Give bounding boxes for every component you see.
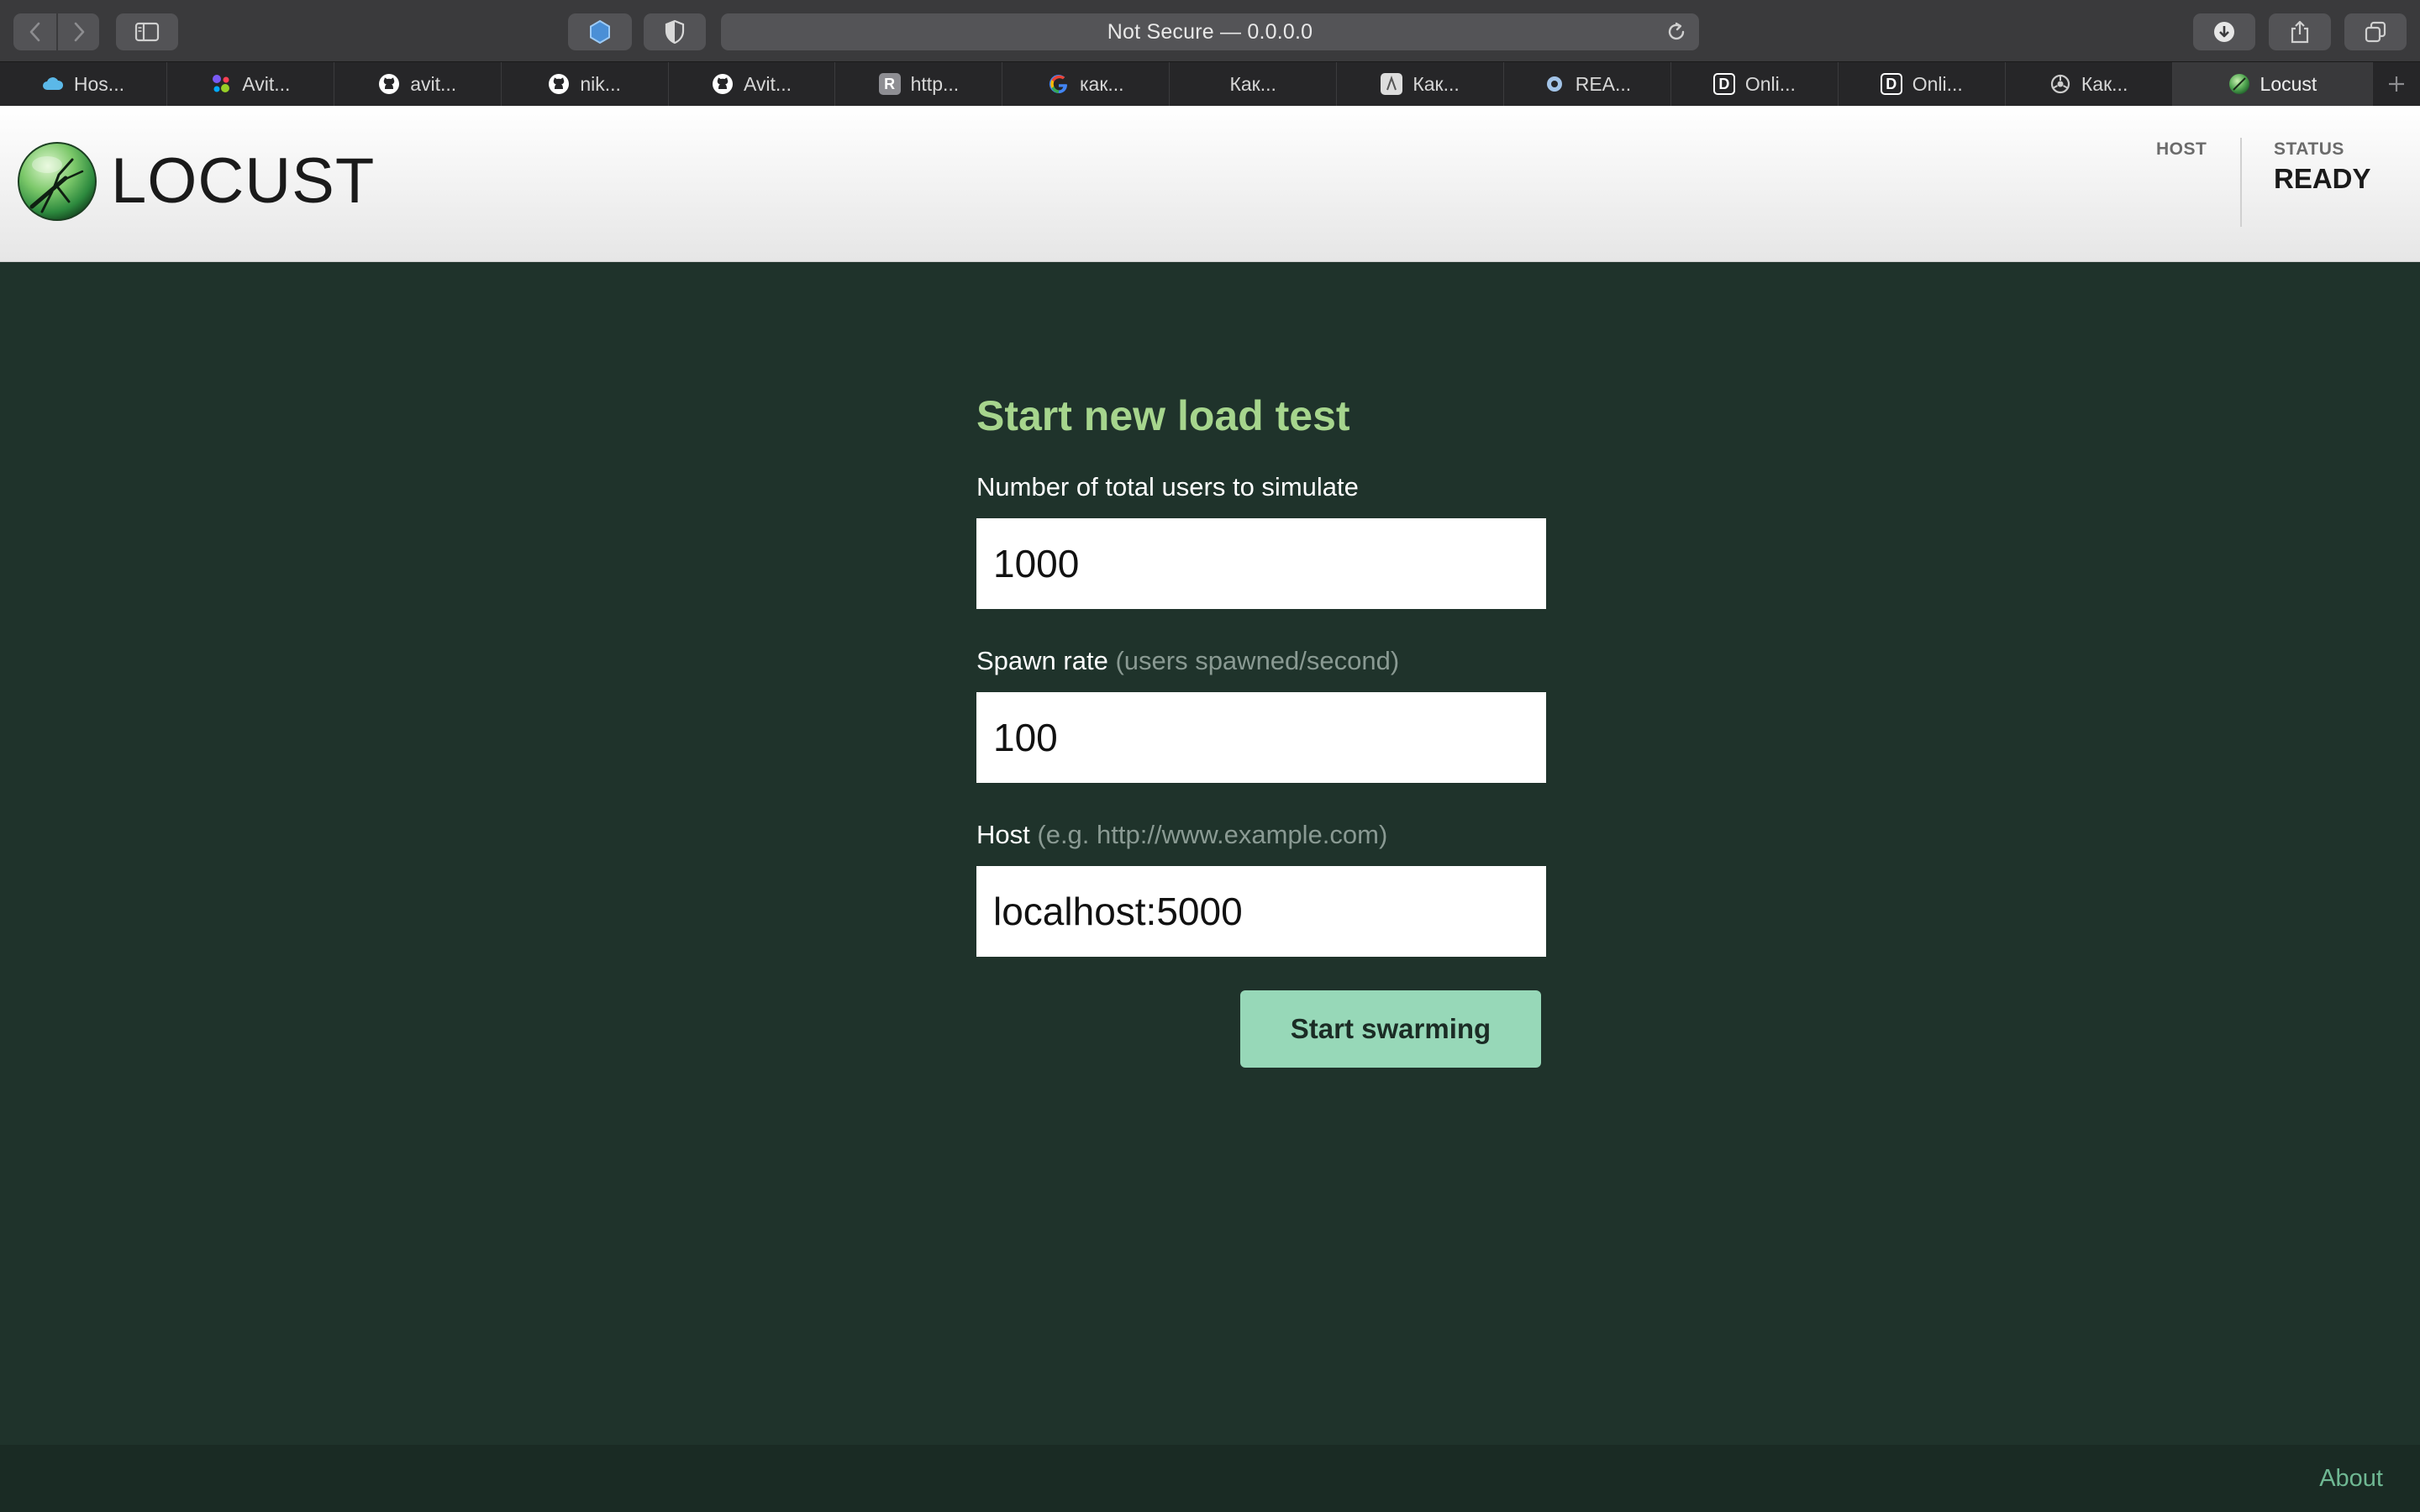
github-icon — [712, 73, 734, 95]
privacy-button[interactable] — [644, 13, 706, 50]
google-icon — [1048, 73, 1070, 95]
tab-label: Onli... — [1744, 72, 1796, 95]
about-link[interactable]: About — [2319, 1465, 2383, 1493]
start-swarming-button[interactable]: Start swarming — [1240, 990, 1541, 1068]
tab-6[interactable]: R http... — [835, 62, 1003, 106]
tab-5[interactable]: Avit... — [669, 62, 836, 106]
tab-label: Avit... — [743, 72, 792, 95]
forward-button[interactable] — [56, 13, 99, 50]
tab-label: Hos... — [73, 72, 124, 95]
nav-buttons — [13, 13, 99, 50]
tab-label: REA... — [1575, 72, 1632, 95]
form-title: Start new load test — [976, 392, 1350, 439]
browser-toolbar: Not Secure — 0.0.0.0 — [0, 0, 2420, 62]
host-label: HOST — [2156, 139, 2207, 159]
locust-logo-icon — [18, 142, 97, 221]
host-input-value: localhost:5000 — [993, 890, 1243, 933]
host-stat: HOST — [2156, 139, 2207, 163]
extension-hexagon-icon — [590, 19, 610, 45]
tab-label: nik... — [580, 72, 621, 95]
tab-label: Onli... — [1912, 72, 1963, 95]
tab-label: Как... — [1229, 72, 1276, 95]
d-letter-icon: D — [1880, 73, 1902, 95]
sidebar-icon — [134, 22, 160, 42]
tab-overview-button[interactable] — [2344, 13, 2407, 50]
tab-label: Avit... — [242, 72, 291, 95]
new-tab-button[interactable] — [2373, 62, 2420, 106]
chevron-left-icon — [29, 22, 39, 42]
tab-bar: Hos... Avit... avit... nik... Avit... R … — [0, 62, 2420, 106]
tab-locust-active[interactable]: Locust — [2172, 62, 2374, 106]
host-label-text: Host — [976, 820, 1030, 849]
extension-button[interactable] — [568, 13, 632, 50]
locust-logo[interactable]: LOCUST — [17, 141, 375, 222]
spawn-rate-input[interactable]: 100 — [976, 692, 1546, 783]
github-icon — [548, 73, 570, 95]
url-text: Not Secure — 0.0.0.0 — [1107, 19, 1313, 44]
locust-favicon-icon — [2228, 73, 2250, 95]
users-input[interactable]: 1000 — [976, 518, 1546, 609]
shield-icon — [665, 19, 685, 45]
logo-text: LOCUST — [111, 145, 376, 217]
users-label-text: Number of total users to simulate — [976, 472, 1359, 501]
tab-label: Как... — [1413, 72, 1460, 95]
host-label-hint: (e.g. http://www.example.com) — [1037, 820, 1388, 849]
tab-11[interactable]: D Onli... — [1671, 62, 1839, 106]
host-field-label: Host (e.g. http://www.example.com) — [976, 822, 1546, 848]
tab-label: http... — [910, 72, 960, 95]
header-divider — [2240, 138, 2242, 227]
avito-dots-icon — [210, 73, 232, 95]
tab-9[interactable]: Как... — [1337, 62, 1505, 106]
tab-8[interactable]: Как... — [1170, 62, 1338, 106]
tab-2[interactable]: Avit... — [167, 62, 334, 106]
tab-10[interactable]: REA... — [1504, 62, 1671, 106]
download-icon — [2214, 22, 2234, 42]
tab-13[interactable]: Как... — [2006, 62, 2173, 106]
reload-icon — [1668, 22, 1685, 40]
plus-icon — [2389, 76, 2405, 92]
spawn-label-hint: (users spawned/second) — [1115, 646, 1400, 675]
tab-label: Locust — [2260, 72, 2317, 95]
start-swarming-label: Start swarming — [1290, 1013, 1491, 1044]
status-value: READY — [2274, 163, 2371, 194]
tab-3[interactable]: avit... — [334, 62, 502, 106]
tab-label: avit... — [410, 72, 457, 95]
tab-1[interactable]: Hos... — [0, 62, 167, 106]
back-button[interactable] — [13, 13, 56, 50]
users-field-label: Number of total users to simulate — [976, 474, 1546, 500]
page-icon — [1381, 73, 1403, 95]
sidebar-toggle-button[interactable] — [116, 13, 178, 50]
spawn-field-label: Spawn rate (users spawned/second) — [976, 648, 1546, 674]
react-icon — [1544, 73, 1565, 95]
share-icon — [2291, 20, 2309, 44]
tab-7[interactable]: как... — [1002, 62, 1171, 106]
address-bar[interactable]: Not Secure — 0.0.0.0 — [721, 13, 1699, 50]
share-button[interactable] — [2269, 13, 2331, 50]
spawn-label-text: Spawn rate — [976, 646, 1108, 675]
page-footer: About — [0, 1445, 2420, 1512]
d-letter-icon: D — [1712, 73, 1735, 95]
tab-4[interactable]: nik... — [502, 62, 669, 106]
r-letter-icon: R — [878, 73, 901, 95]
tab-12[interactable]: D Onli... — [1839, 62, 2006, 106]
spawn-input-value: 100 — [993, 716, 1058, 759]
tabs-overview-icon — [2365, 21, 2386, 43]
users-input-value: 1000 — [993, 542, 1080, 585]
status-label: STATUS — [2274, 139, 2344, 159]
start-load-test-form: Start new load test Number of total user… — [976, 392, 1546, 1068]
downloads-button[interactable] — [2193, 13, 2255, 50]
github-icon — [378, 73, 400, 95]
app-header: LOCUST HOST STATUS READY — [0, 106, 2420, 262]
chevron-right-icon — [74, 22, 84, 42]
tab-label: Как... — [2081, 72, 2128, 95]
cloud-icon — [42, 73, 64, 95]
settings-wheel-icon — [2049, 73, 2071, 95]
status-stat: STATUS READY — [2274, 139, 2371, 195]
reload-button[interactable] — [1665, 21, 1687, 47]
host-input[interactable]: localhost:5000 — [976, 866, 1546, 957]
tab-label: как... — [1079, 72, 1124, 95]
